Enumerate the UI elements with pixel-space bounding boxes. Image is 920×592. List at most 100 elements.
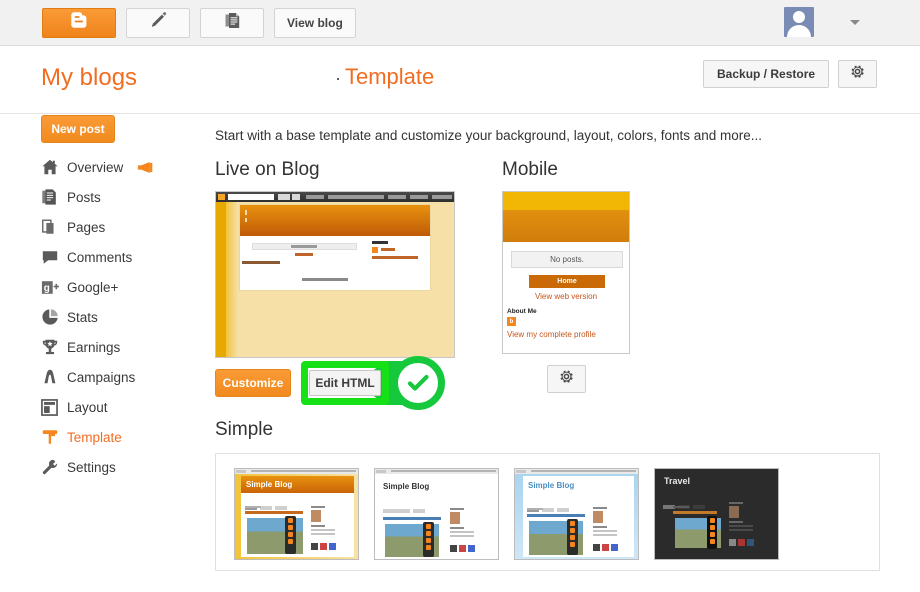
sidebar-item-label: Campaigns — [67, 370, 135, 385]
page-header: My blogs ·Template Backup / Restore — [0, 46, 920, 114]
template-card-travel-dark[interactable]: Travel — [654, 468, 779, 560]
template-card-post-title — [527, 514, 585, 517]
preview-search-box — [228, 194, 274, 200]
sidebar-item-label: Settings — [67, 460, 116, 475]
mobile-section: Mobile No posts. Home View web version A… — [502, 159, 630, 393]
preview-about-me-title — [372, 241, 388, 244]
wrench-icon — [41, 457, 67, 477]
template-card-sidebar — [311, 506, 338, 555]
template-card-simple-yellow[interactable]: Simple Blog — [234, 468, 359, 560]
avatar-head — [793, 11, 805, 23]
template-card-page: Simple Blog — [378, 476, 495, 557]
preview-blogger-icon — [218, 194, 225, 200]
template-card-tabs — [245, 497, 290, 501]
sidebar-item-label: Layout — [67, 400, 108, 415]
megaphone-icon[interactable] — [137, 161, 154, 174]
sidebar-item-comments[interactable]: Comments — [0, 242, 200, 272]
edit-html-label: Edit HTML — [315, 376, 374, 390]
pencil-icon — [149, 11, 168, 35]
edit-html-button[interactable]: Edit HTML — [309, 370, 381, 396]
preview-page — [240, 205, 430, 290]
preview-profile-link — [372, 256, 418, 259]
preview-banner — [240, 205, 430, 236]
preview-banner-subtitle — [245, 218, 247, 222]
mobile-preview-topbar — [503, 192, 629, 210]
new-post-button[interactable]: New post — [41, 115, 115, 143]
breadcrumb-separator: · — [335, 68, 341, 88]
sidebar-item-earnings[interactable]: Earnings — [0, 332, 200, 362]
layout-icon — [41, 397, 67, 417]
sidebar-item-campaigns[interactable]: Campaigns — [0, 362, 200, 392]
template-card-post-title — [245, 511, 303, 514]
page-title[interactable]: Template — [345, 64, 434, 89]
view-blog-button[interactable]: View blog — [274, 8, 356, 38]
sidebar-item-settings[interactable]: Settings — [0, 452, 200, 482]
sidebar: New post Overview Posts Pages — [0, 115, 200, 482]
sidebar-item-posts[interactable]: Posts — [0, 182, 200, 212]
mobile-preview-banner — [503, 210, 629, 242]
preview-home-link — [295, 253, 313, 256]
campaigns-icon — [41, 367, 67, 387]
preview-left-stripe — [216, 202, 226, 357]
sidebar-item-template[interactable]: Template — [0, 422, 200, 452]
preview-nav-button-2 — [292, 194, 300, 200]
posts-list-icon-button[interactable] — [200, 8, 264, 38]
live-on-blog-heading: Live on Blog — [215, 159, 500, 181]
preview-left-gradient — [226, 202, 238, 357]
new-post-label: New post — [51, 122, 104, 136]
account-menu-button[interactable] — [846, 14, 864, 30]
backup-restore-button[interactable]: Backup / Restore — [703, 60, 829, 88]
document-list-icon — [223, 11, 242, 35]
preview-sidebar-blogger-icon — [372, 247, 378, 253]
pie-chart-icon — [41, 307, 67, 327]
svg-text:g: g — [44, 283, 50, 294]
sidebar-item-stats[interactable]: Stats — [0, 302, 200, 332]
template-card-simple-blue[interactable]: Simple Blog — [514, 468, 639, 560]
sidebar-item-layout[interactable]: Layout — [0, 392, 200, 422]
mobile-view-web-version-link: View web version — [503, 292, 629, 301]
main-content: Start with a base template and customize… — [215, 128, 920, 571]
template-card-browser-bar — [375, 469, 498, 474]
check-circle-icon — [391, 356, 445, 410]
mobile-heading: Mobile — [502, 159, 630, 181]
template-card-phone — [285, 516, 296, 554]
live-on-blog-section: Live on Blog — [215, 159, 500, 397]
avatar[interactable] — [784, 7, 814, 37]
mobile-preview[interactable]: No posts. Home View web version About Me… — [502, 191, 630, 354]
mobile-no-posts: No posts. — [511, 251, 623, 268]
template-card-simple-white[interactable]: Simple Blog — [374, 468, 499, 560]
customize-button[interactable]: Customize — [215, 369, 291, 397]
template-card-phone — [707, 516, 717, 549]
template-card-sidebar — [450, 508, 477, 557]
backup-restore-label: Backup / Restore — [717, 67, 815, 81]
sidebar-item-label: Google+ — [67, 280, 118, 295]
preview-profile-name — [381, 248, 395, 251]
mobile-settings-button[interactable] — [547, 365, 586, 393]
preview-nav-text-5 — [432, 195, 452, 199]
avatar-body — [787, 25, 811, 37]
new-post-icon-button[interactable] — [126, 8, 190, 38]
posts-icon — [41, 187, 67, 207]
template-card-sidebar — [593, 507, 620, 556]
sidebar-item-pages[interactable]: Pages — [0, 212, 200, 242]
google-plus-icon: g — [41, 277, 67, 297]
template-card-tabs — [663, 496, 708, 500]
sidebar-item-label: Pages — [67, 220, 105, 235]
blogger-b-icon — [69, 10, 89, 35]
home-icon — [41, 157, 67, 177]
sidebar-item-overview[interactable]: Overview — [0, 152, 200, 182]
simple-templates-section: Simple Simple Blog — [215, 419, 920, 571]
header-settings-button[interactable] — [838, 60, 877, 88]
my-blogs-link[interactable]: My blogs — [41, 64, 137, 92]
simple-heading: Simple — [215, 419, 920, 441]
sidebar-item-google-plus[interactable]: g Google+ — [0, 272, 200, 302]
sidebar-item-label: Template — [67, 430, 122, 445]
preview-nav-text-4 — [410, 195, 428, 199]
simple-templates-panel: Simple Blog Simple — [215, 453, 880, 571]
blogger-logo-button[interactable] — [42, 8, 116, 38]
preview-nav-text-3 — [388, 195, 406, 199]
mobile-about-me-title: About Me — [507, 308, 537, 315]
live-blog-preview[interactable] — [215, 191, 455, 358]
previews-row: Live on Blog — [215, 159, 920, 397]
template-card-post-title — [383, 517, 441, 520]
